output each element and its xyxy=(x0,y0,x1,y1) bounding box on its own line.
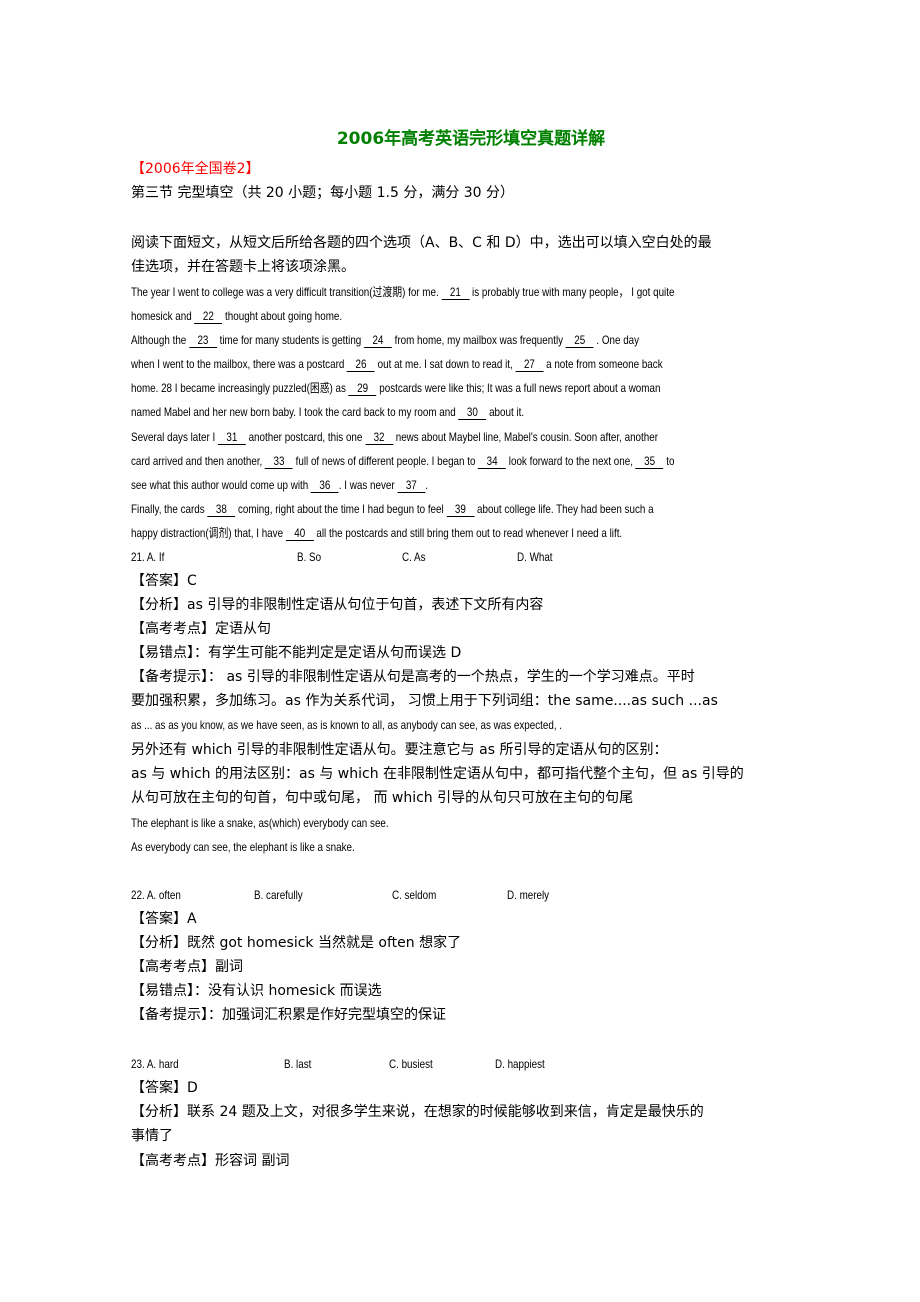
prep-tip: 要加强积累，多加练习。as 作为关系代词， 习惯上用于下列词组：the same… xyxy=(131,693,718,709)
instructions-line: 阅读下面短文，从短文后所给各题的四个选项（A、B、C 和 D）中，选出可以填入空… xyxy=(131,235,712,251)
prep-tip: as 与 which 的用法区别：as 与 which 在非限制性定语从句中，都… xyxy=(131,766,744,782)
analysis: 【分析】联系 24 题及上文，对很多学生来说，在想家的时候能够收到来信，肯定是最… xyxy=(131,1104,704,1120)
blank-40: 40 xyxy=(285,527,314,541)
option-a: 22. A. often xyxy=(131,888,181,902)
blank-21: 21 xyxy=(441,286,470,300)
prep-tip: 【备考提示】： as 引导的非限制性定语从句是高考的一个热点，学生的一个学习难点… xyxy=(131,669,695,685)
passage-line: Several days later I 31 another postcard… xyxy=(131,430,658,445)
prep-tip: 从句可放在主句的句首，句中或句尾， 而 which 引导的从句只可放在主句的句尾 xyxy=(131,790,634,806)
example-sentence: As everybody can see, the elephant is li… xyxy=(131,840,355,854)
exam-point: 【高考考点】定语从句 xyxy=(131,621,271,637)
blank-31: 31 xyxy=(217,431,246,445)
passage-line: Although the 23 time for many students i… xyxy=(131,333,640,348)
analysis: 【分析】as 引导的非限制性定语从句位于句首，表述下文所有内容 xyxy=(131,597,544,613)
blank-26: 26 xyxy=(347,358,375,372)
blank-29: 29 xyxy=(348,382,377,396)
passage-line: when I went to the mailbox, there was a … xyxy=(131,357,663,372)
passage-line: home. 28 I became increasingly puzzled(困… xyxy=(131,381,661,396)
document-title: 2006年高考英语完形填空真题详解 xyxy=(336,129,606,149)
blank-24: 24 xyxy=(364,334,392,348)
prep-tip: 另外还有 which 引导的非限制性定语从句。要注意它与 as 所引导的定语从句… xyxy=(131,742,668,758)
section-tag: 【2006年全国卷2】 xyxy=(131,161,260,177)
blank-22: 22 xyxy=(194,310,223,324)
passage-line: card arrived and then another, 33 full o… xyxy=(131,454,675,469)
option-c: C. busiest xyxy=(389,1057,433,1071)
prep-tip: 【备考提示】：加强词汇积累是作好完型填空的保证 xyxy=(131,1007,446,1023)
option-d: D. happiest xyxy=(495,1057,545,1071)
option-b: B. So xyxy=(297,550,322,564)
blank-38: 38 xyxy=(207,503,236,517)
blank-33: 33 xyxy=(265,455,293,469)
analysis-continued: 事情了 xyxy=(131,1128,173,1144)
analysis: 【分析】既然 got homesick 当然就是 often 想家了 xyxy=(131,935,462,951)
answer: 【答案】C xyxy=(131,573,197,589)
blank-34: 34 xyxy=(478,455,507,469)
answer: 【答案】D xyxy=(131,1080,198,1096)
blank-35: 35 xyxy=(635,455,664,469)
blank-36: 36 xyxy=(310,479,339,493)
instructions-line: 佳选项，并在答题卡上将该项涂黑。 xyxy=(131,259,355,275)
section-heading: 第三节 完型填空（共 20 小题；每小题 1.5 分，满分 30 分） xyxy=(131,185,515,201)
option-c: C. seldom xyxy=(392,888,437,902)
passage-line: happy distraction(调剂) that, I have 40 al… xyxy=(131,526,623,541)
blank-30: 30 xyxy=(458,406,487,420)
option-b: B. carefully xyxy=(254,888,303,902)
common-mistake: 【易错点】：没有认识 homesick 而误选 xyxy=(131,983,382,999)
blank-27: 27 xyxy=(515,358,544,372)
option-a: 21. A. If xyxy=(131,550,165,564)
option-d: D. What xyxy=(517,550,553,564)
passage-line: see what this author would come up with … xyxy=(131,478,428,493)
blank-23: 23 xyxy=(189,334,217,348)
option-a: 23. A. hard xyxy=(131,1057,179,1071)
exam-point: 【高考考点】形容词 副词 xyxy=(131,1153,290,1169)
exam-point: 【高考考点】副词 xyxy=(131,959,243,975)
passage-line: Finally, the cards 38 coming, right abou… xyxy=(131,502,654,517)
answer: 【答案】A xyxy=(131,911,197,927)
blank-39: 39 xyxy=(446,503,475,517)
passage-line: named Mabel and her new born baby. I too… xyxy=(131,405,525,420)
passage-line: homesick and 22 thought about going home… xyxy=(131,309,343,324)
option-c: C. As xyxy=(402,550,426,564)
prep-tip: as ... as as you know, as we have seen, … xyxy=(131,718,563,732)
example-sentence: The elephant is like a snake, as(which) … xyxy=(131,816,389,830)
blank-25: 25 xyxy=(565,334,594,348)
common-mistake: 【易错点】：有学生可能不能判定是定语从句而误选 D xyxy=(131,645,462,661)
blank-37: 37 xyxy=(397,479,426,493)
blank-32: 32 xyxy=(365,431,393,445)
option-d: D. merely xyxy=(507,888,550,902)
option-b: B. last xyxy=(284,1057,312,1071)
passage-line: The year I went to college was a very di… xyxy=(131,285,675,300)
